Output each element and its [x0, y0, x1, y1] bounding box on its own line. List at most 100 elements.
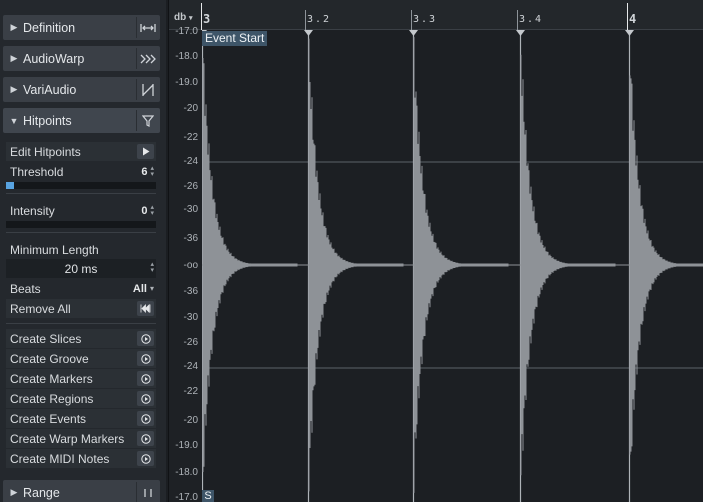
- variaudio-icon[interactable]: [136, 79, 158, 100]
- db-label: -18.0: [175, 51, 198, 62]
- beats-label: Beats: [10, 281, 41, 296]
- db-unit-label: db: [174, 12, 187, 23]
- play-icon[interactable]: [137, 351, 154, 366]
- ruler-tick: [201, 3, 202, 30]
- section-variaudio-label: VariAudio: [23, 82, 77, 97]
- hitpoint-handle-icon[interactable]: [409, 30, 418, 36]
- ruler-tick: [517, 10, 518, 30]
- waveform: [198, 30, 703, 502]
- action-row[interactable]: Create Slices: [6, 329, 156, 348]
- section-variaudio[interactable]: ▶ VariAudio: [3, 77, 160, 102]
- intensity-label: Intensity: [10, 203, 55, 218]
- minimum-length-spin-icon[interactable]: ▴ ▾: [150, 261, 154, 274]
- section-range-label: Range: [23, 485, 60, 500]
- db-label: -30: [183, 312, 198, 323]
- db-label: -24: [183, 361, 198, 372]
- action-label: Create Events: [10, 411, 87, 426]
- threshold-row[interactable]: Threshold 6 ▴ ▾: [6, 162, 156, 181]
- section-hitpoints-label: Hitpoints: [23, 113, 72, 128]
- minimum-length-label: Minimum Length: [10, 242, 99, 257]
- db-label: -oo: [183, 260, 198, 271]
- db-label: -26: [183, 181, 198, 192]
- db-label: -24: [183, 156, 198, 167]
- threshold-label: Threshold: [10, 164, 64, 179]
- db-label: -18.0: [175, 467, 198, 478]
- db-label: -22: [183, 386, 198, 397]
- action-label: Create Warp Markers: [10, 431, 125, 446]
- action-row[interactable]: Create Regions: [6, 389, 156, 408]
- divider: [6, 232, 156, 233]
- expand-triangle-icon[interactable]: ▶: [7, 84, 21, 95]
- threshold-spin-icon[interactable]: ▴ ▾: [150, 165, 154, 178]
- db-label: -26: [183, 337, 198, 348]
- hitpoint-handle-icon[interactable]: [304, 30, 313, 36]
- db-unit-selector[interactable]: db ▾: [174, 12, 193, 23]
- hitpoint-handle-icon[interactable]: [516, 30, 525, 36]
- fit-width-icon[interactable]: [136, 17, 158, 38]
- waveform-display[interactable]: [198, 30, 703, 502]
- intensity-row[interactable]: Intensity 0 ▴ ▾: [6, 201, 156, 220]
- expand-triangle-icon[interactable]: ▶: [7, 487, 21, 498]
- range-bars-icon[interactable]: [136, 482, 158, 502]
- remove-all-row[interactable]: Remove All: [6, 299, 156, 318]
- action-row[interactable]: Create Groove: [6, 349, 156, 368]
- edit-hitpoints-row[interactable]: Edit Hitpoints: [6, 142, 156, 161]
- section-definition-label: Definition: [23, 20, 76, 35]
- play-icon[interactable]: [137, 411, 154, 426]
- action-row[interactable]: Create Warp Markers: [6, 429, 156, 448]
- play-icon[interactable]: [137, 431, 154, 446]
- db-label: -36: [183, 233, 198, 244]
- filter-icon[interactable]: [136, 110, 158, 131]
- action-label: Create Markers: [10, 371, 93, 386]
- sample-editor[interactable]: db ▾ 3 3.2 3.3 3.4 4 -17.0 -18.0 -19.0 -20 -22 -2…: [168, 0, 703, 502]
- dropdown-chevron-icon[interactable]: ▾: [150, 284, 154, 293]
- section-audiowarp-label: AudioWarp: [23, 51, 85, 66]
- expand-triangle-icon[interactable]: ▶: [7, 53, 21, 64]
- db-label: -19.0: [175, 77, 198, 88]
- action-row[interactable]: Create Markers: [6, 369, 156, 388]
- section-range[interactable]: ▶ Range: [3, 480, 160, 502]
- event-start-marker[interactable]: Event Start: [202, 31, 268, 46]
- play-icon[interactable]: [137, 331, 154, 346]
- section-definition[interactable]: ▶ Definition: [3, 15, 160, 40]
- section-audiowarp[interactable]: ▶ AudioWarp: [3, 46, 160, 71]
- play-icon[interactable]: [137, 371, 154, 386]
- triple-chevron-icon[interactable]: [136, 48, 158, 69]
- edit-hitpoints-label: Edit Hitpoints: [10, 144, 81, 159]
- inspector-panel: ▶ Definition ▶ AudioWarp ▶ VariAudio ▼ H…: [0, 0, 166, 502]
- db-label: -17.0: [175, 26, 198, 37]
- beats-value[interactable]: All: [133, 283, 150, 295]
- threshold-slider[interactable]: [6, 182, 156, 189]
- section-hitpoints[interactable]: ▼ Hitpoints: [3, 108, 160, 133]
- intensity-spin-icon[interactable]: ▴ ▾: [150, 204, 154, 217]
- action-row[interactable]: Create Events: [6, 409, 156, 428]
- play-icon[interactable]: [137, 451, 154, 466]
- play-icon[interactable]: [137, 144, 154, 159]
- db-label: -30: [183, 204, 198, 215]
- threshold-slider-fill: [6, 182, 14, 189]
- db-label: -20: [183, 415, 198, 426]
- db-label: -17.0: [175, 492, 198, 502]
- action-row[interactable]: Create MIDI Notes: [6, 449, 156, 468]
- expand-triangle-icon[interactable]: ▶: [7, 22, 21, 33]
- minimum-length-field[interactable]: 20 ms ▴ ▾: [6, 259, 156, 278]
- play-icon[interactable]: [137, 391, 154, 406]
- ruler-tick: [411, 10, 412, 30]
- remove-all-label: Remove All: [10, 301, 71, 316]
- divider: [6, 323, 156, 324]
- timeline-ruler[interactable]: db ▾ 3 3.2 3.3 3.4 4: [169, 0, 703, 30]
- intensity-value[interactable]: 0: [141, 205, 150, 217]
- minimum-length-row: Minimum Length: [6, 240, 156, 259]
- beats-row[interactable]: Beats All ▾: [6, 279, 156, 298]
- action-label: Create MIDI Notes: [10, 451, 110, 466]
- divider: [6, 193, 156, 194]
- hitpoint-handle-icon[interactable]: [625, 30, 634, 36]
- intensity-slider[interactable]: [6, 221, 156, 228]
- s-marker[interactable]: S: [202, 490, 214, 502]
- collapse-triangle-icon[interactable]: ▼: [7, 116, 21, 126]
- action-label: Create Regions: [10, 391, 94, 406]
- threshold-value[interactable]: 6: [141, 166, 150, 178]
- remove-all-icon[interactable]: [137, 301, 154, 316]
- db-label: -36: [183, 286, 198, 297]
- minimum-length-value: 20 ms: [64, 261, 98, 276]
